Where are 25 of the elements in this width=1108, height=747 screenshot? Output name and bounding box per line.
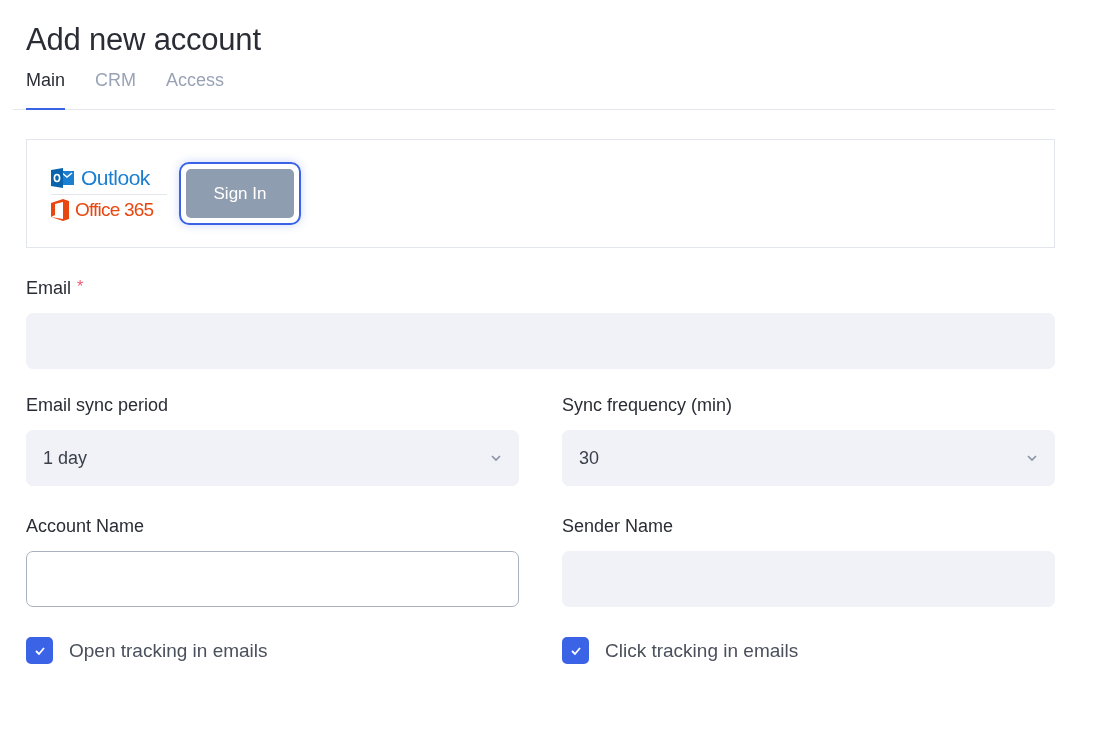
outlook-label: Outlook	[81, 166, 150, 190]
dropdown[interactable]: 30	[562, 430, 1055, 486]
office-logo-icon	[51, 199, 69, 221]
checkbox-label: Open tracking in emails	[69, 639, 268, 662]
text-input[interactable]	[26, 551, 519, 607]
tab[interactable]: Main	[26, 70, 65, 110]
office-label: Office 365	[75, 199, 154, 221]
dropdown[interactable]: 1 day	[26, 430, 519, 486]
required-mark: *	[77, 278, 84, 297]
checkbox-label: Click tracking in emails	[605, 639, 799, 662]
dropdown-value: 1 day	[43, 447, 88, 469]
check-icon	[33, 645, 46, 656]
dropdown-value: 30	[579, 447, 600, 469]
chevron-down-icon	[1026, 454, 1038, 462]
checkbox[interactable]	[26, 637, 53, 664]
check-icon	[569, 645, 582, 656]
chevron-down-icon	[490, 454, 502, 462]
field-label: Email sync period	[26, 395, 170, 416]
field-label: Sync frequency (min)	[562, 395, 734, 416]
outlook-logo-icon	[51, 168, 75, 188]
field-label: Email	[26, 278, 71, 299]
field-label: Account Name	[26, 516, 146, 537]
field-label: Sender Name	[562, 516, 675, 537]
page-title: Add new account	[26, 22, 262, 58]
checkbox[interactable]	[562, 637, 589, 664]
